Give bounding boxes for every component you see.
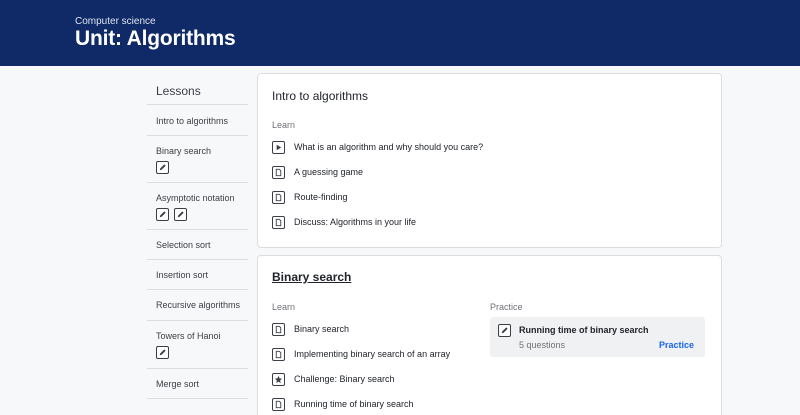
learn-label: Learn (272, 120, 296, 130)
content-item-label: Binary search (294, 324, 350, 334)
pencil-icon (156, 208, 169, 221)
sidebar-item-label: Asymptotic notation (156, 193, 235, 203)
content-item-label: A guessing game (294, 167, 364, 177)
lesson-title[interactable]: Intro to algorithms (272, 89, 368, 103)
sidebar-item-recursive-algorithms[interactable]: Recursive algorithms (147, 290, 248, 321)
pencil-icon (498, 324, 511, 337)
article-icon (272, 165, 285, 179)
sidebar-item-label: Intro to algorithms (156, 116, 229, 126)
article-icon (272, 190, 285, 204)
sidebar-heading: Lessons (147, 74, 248, 105)
content-item[interactable]: Binary search (272, 322, 349, 336)
practice-card[interactable]: Running time of binary search 5 question… (490, 317, 705, 357)
learn-label: Learn (272, 302, 296, 312)
sidebar-item-label: Insertion sort (156, 270, 209, 280)
content-item-label: Running time of binary search (294, 399, 414, 409)
content-item-label: Discuss: Algorithms in your life (294, 217, 417, 227)
pencil-icon (156, 161, 169, 174)
practice-link[interactable]: Practice (659, 340, 694, 350)
lesson-card-intro: Intro to algorithms Learn What is an alg… (257, 73, 722, 248)
practice-label: Practice (490, 302, 523, 312)
content-item[interactable]: Running time of binary search (272, 397, 414, 411)
content-item[interactable]: Implementing binary search of an array (272, 347, 450, 361)
sidebar-item-binary-search[interactable]: Binary search (147, 136, 248, 183)
page-title: Unit: Algorithms (75, 27, 236, 50)
sidebar-item-label: Selection sort (156, 240, 211, 250)
sidebar-item-selection-sort[interactable]: Selection sort (147, 230, 248, 260)
lesson-title-link[interactable]: Binary search (272, 270, 351, 284)
lessons-sidebar: Lessons Intro to algorithms Binary searc… (147, 74, 248, 399)
content-item-label: Route-finding (294, 192, 348, 202)
content-item[interactable]: What is an algorithm and why should you … (272, 140, 483, 154)
sidebar-item-towers-of-hanoi[interactable]: Towers of Hanoi (147, 321, 248, 369)
subject-breadcrumb[interactable]: Computer science (75, 16, 156, 27)
unit-header: Computer science Unit: Algorithms (0, 0, 800, 66)
sidebar-item-label: Binary search (156, 146, 212, 156)
content-item-label: What is an algorithm and why should you … (294, 142, 484, 152)
sidebar-item-insertion-sort[interactable]: Insertion sort (147, 260, 248, 290)
article-icon (272, 347, 285, 361)
sidebar-item-label: Towers of Hanoi (156, 331, 221, 341)
sidebar-item-merge-sort[interactable]: Merge sort (147, 369, 248, 399)
article-icon (272, 322, 285, 336)
content-item-label: Challenge: Binary search (294, 374, 395, 384)
play-icon (272, 140, 285, 154)
pencil-icon (156, 346, 169, 359)
content-item[interactable]: Challenge: Binary search (272, 372, 395, 386)
sidebar-item-label: Recursive algorithms (156, 300, 241, 310)
sidebar-item-label: Merge sort (156, 379, 200, 389)
practice-question-count: 5 questions (519, 340, 566, 350)
lesson-card-binary-search: Binary search Learn Practice Binary sear… (257, 255, 722, 415)
pencil-icon (174, 208, 187, 221)
content-item[interactable]: A guessing game (272, 165, 363, 179)
article-icon (272, 397, 285, 411)
star-icon (272, 372, 285, 386)
content-item[interactable]: Route-finding (272, 190, 348, 204)
content-item-label: Implementing binary search of an array (294, 349, 451, 359)
sidebar-item-intro-to-algorithms[interactable]: Intro to algorithms (147, 105, 248, 136)
sidebar-item-asymptotic-notation[interactable]: Asymptotic notation (147, 183, 248, 230)
practice-title: Running time of binary search (519, 325, 649, 335)
article-icon (272, 215, 285, 229)
content-item[interactable]: Discuss: Algorithms in your life (272, 215, 416, 229)
